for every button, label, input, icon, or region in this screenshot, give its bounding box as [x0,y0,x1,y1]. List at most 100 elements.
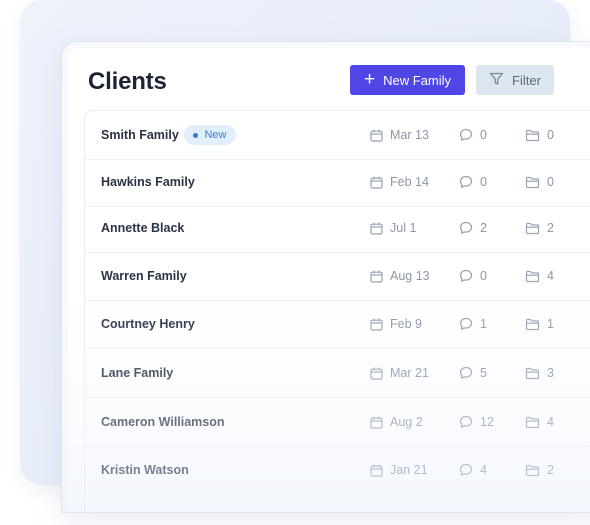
folder-icon [525,129,540,142]
files-cell[interactable]: 4 [525,398,554,446]
table-row[interactable]: Annette Black Jul 1 2 2 [85,204,590,253]
comments-cell[interactable]: 2 [459,204,487,252]
client-name[interactable]: Hawkins Family [101,158,195,206]
comments-cell[interactable]: 4 [459,446,487,494]
filter-icon [489,72,504,89]
client-name[interactable]: Courtney Henry [101,300,195,348]
comments-cell[interactable]: 1 [459,300,487,348]
date-value: Jan 21 [390,463,428,477]
files-cell[interactable]: 1 [525,300,554,348]
date-value: Mar 13 [390,128,429,142]
date-cell: Mar 13 [370,111,429,159]
calendar-icon [370,464,383,477]
files-count: 4 [547,415,554,429]
filter-button[interactable]: Filter [476,65,554,95]
folder-icon [525,367,540,380]
comment-icon [459,463,473,477]
new-family-label: New Family [383,72,451,88]
files-count: 0 [547,175,554,189]
date-cell: Mar 21 [370,349,429,397]
table-row[interactable]: Warren Family Aug 13 0 4 [85,252,590,301]
comments-count: 0 [480,269,487,283]
date-value: Feb 9 [390,317,422,331]
clients-panel: Clients + New Family Filter Smith Family [68,48,590,512]
comment-icon [459,221,473,235]
files-cell[interactable]: 4 [525,252,554,300]
comment-icon [459,175,473,189]
client-name[interactable]: Warren Family [101,252,187,300]
files-cell[interactable]: 0 [525,111,554,159]
client-name[interactable]: Annette Black [101,204,184,252]
files-count: 1 [547,317,554,331]
date-value: Feb 14 [390,175,429,189]
comments-count: 0 [480,128,487,142]
calendar-icon [370,129,383,142]
calendar-icon [370,270,383,283]
calendar-icon [370,416,383,429]
table-row[interactable]: Courtney Henry Feb 9 1 1 [85,300,590,349]
app-window: Clients + New Family Filter Smith Family [62,42,590,512]
comments-count: 5 [480,366,487,380]
new-family-button[interactable]: + New Family [350,65,465,95]
comments-cell[interactable]: 0 [459,158,487,206]
calendar-icon [370,222,383,235]
folder-icon [525,176,540,189]
folder-icon [525,464,540,477]
status-badge: New [184,125,236,145]
files-cell[interactable]: 2 [525,446,554,494]
files-count: 4 [547,269,554,283]
client-name[interactable]: Cameron Williamson [101,398,225,446]
folder-icon [525,270,540,283]
files-cell[interactable]: 3 [525,349,554,397]
folder-icon [525,318,540,331]
client-name[interactable]: Smith Family [101,111,179,159]
date-cell: Aug 2 [370,398,423,446]
date-value: Jul 1 [390,221,417,235]
clients-table: Smith Family New Mar 13 0 0 Hawkins Fami… [84,110,590,512]
comments-cell[interactable]: 0 [459,111,487,159]
comment-icon [459,366,473,380]
filter-label: Filter [512,72,541,88]
date-cell: Feb 9 [370,300,422,348]
table-row[interactable]: Lane Family Mar 21 5 3 [85,349,590,398]
client-name[interactable]: Lane Family [101,349,173,397]
date-value: Mar 21 [390,366,429,380]
app-stage: Clients + New Family Filter Smith Family [0,0,590,525]
comments-count: 0 [480,175,487,189]
badge-dot-icon [193,132,199,138]
date-cell: Jan 21 [370,446,428,494]
calendar-icon [370,318,383,331]
table-row[interactable]: Hawkins Family Feb 14 0 0 [85,158,590,207]
comments-count: 1 [480,317,487,331]
folder-icon [525,222,540,235]
date-cell: Feb 14 [370,158,429,206]
client-name[interactable]: Kristin Watson [101,446,189,494]
date-cell: Jul 1 [370,204,416,252]
date-value: Aug 13 [390,269,430,283]
plus-icon: + [363,68,376,90]
comments-cell[interactable]: 12 [459,398,494,446]
comments-cell[interactable]: 5 [459,349,487,397]
comments-count: 2 [480,221,487,235]
comment-icon [459,269,473,283]
comment-icon [459,128,473,142]
calendar-icon [370,176,383,189]
files-cell[interactable]: 0 [525,158,554,206]
badge-label: New [204,129,227,141]
files-cell[interactable]: 2 [525,204,554,252]
calendar-icon [370,367,383,380]
comments-count: 4 [480,463,487,477]
folder-icon [525,416,540,429]
comment-icon [459,415,473,429]
table-row[interactable]: Cameron Williamson Aug 2 12 4 [85,398,590,447]
files-count: 0 [547,128,554,142]
files-count: 2 [547,463,554,477]
table-row[interactable]: Smith Family New Mar 13 0 0 [85,111,590,160]
files-count: 3 [547,366,554,380]
table-row[interactable]: Kristin Watson Jan 21 4 2 [85,446,590,494]
files-count: 2 [547,221,554,235]
date-value: Aug 2 [390,415,423,429]
date-cell: Aug 13 [370,252,430,300]
comments-cell[interactable]: 0 [459,252,487,300]
comment-icon [459,317,473,331]
